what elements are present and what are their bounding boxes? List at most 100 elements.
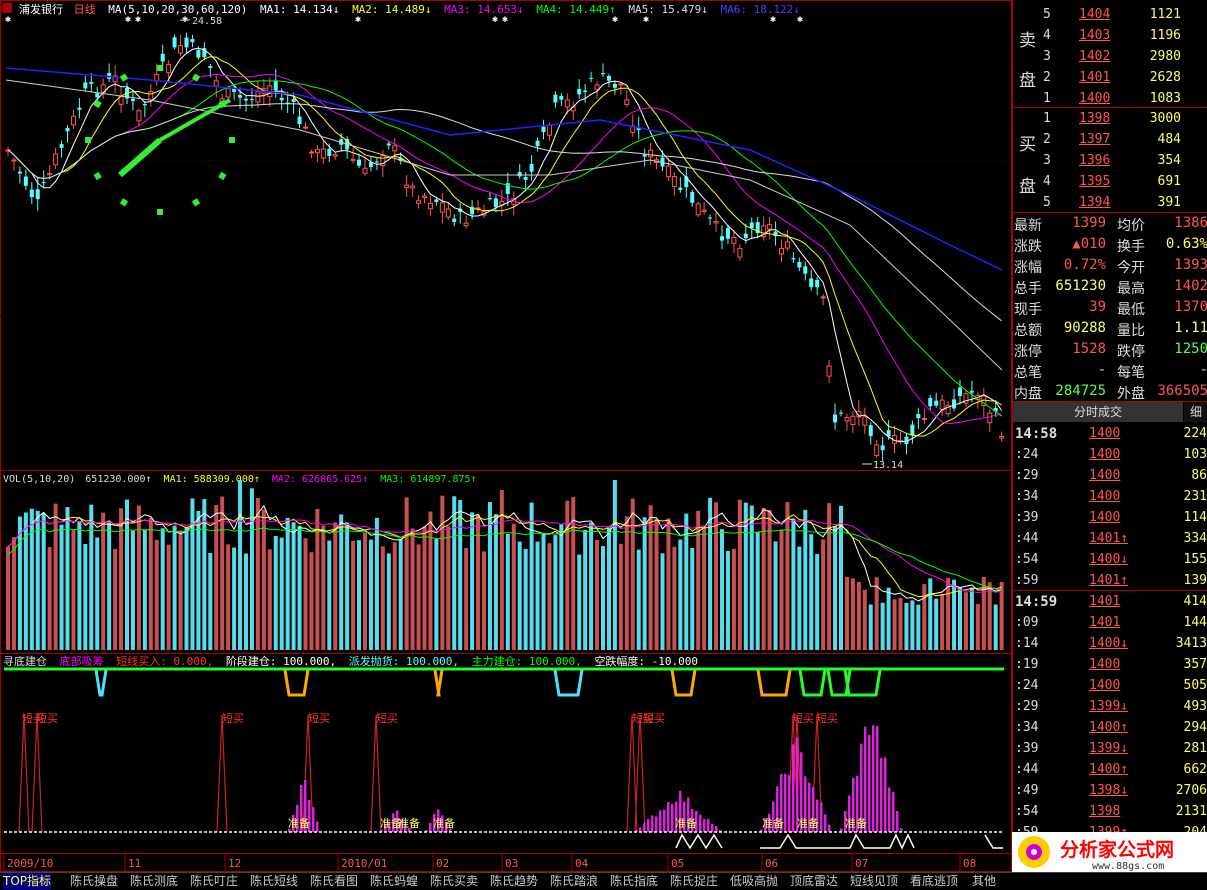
tab-trades[interactable]: 分时成交	[1013, 402, 1183, 422]
trade-time: :09	[1015, 615, 1039, 630]
trade-price: 1400↑	[1089, 762, 1129, 777]
volume-bar	[702, 525, 707, 650]
volume-bar	[11, 537, 16, 650]
tab-indicator-16[interactable]: 其他	[972, 873, 996, 890]
volume-bar	[529, 502, 534, 650]
candle	[559, 92, 564, 106]
trade-row: 14:59 1401 414	[1013, 591, 1207, 612]
tab-indicator-12[interactable]: 低吸高抛	[730, 873, 778, 890]
tab-indicator-2[interactable]: 陈氏测底	[130, 873, 178, 890]
bid-row[interactable]: 1 1398 3000	[1013, 108, 1207, 129]
volume-bar	[868, 604, 873, 650]
candle	[916, 407, 921, 430]
tab-top-indicator[interactable]: TOP指标	[3, 873, 52, 890]
volume-bar	[214, 505, 219, 650]
trade-volume: 505	[1183, 678, 1207, 693]
tab-indicator-10[interactable]: 陈氏指底	[610, 873, 658, 890]
trade-volume: 103	[1183, 447, 1207, 462]
quote-label-2: 跌停	[1117, 344, 1145, 360]
menu-icon[interactable]	[2, 3, 12, 13]
ask-row[interactable]: 4 1403 1196	[1013, 25, 1207, 46]
candle	[17, 166, 22, 184]
ind-b: 短线买入: 0.000,	[116, 654, 213, 668]
tab-indicator-3[interactable]: 陈氏叮庄	[190, 873, 238, 890]
bid-row[interactable]: 4 1395 691	[1013, 171, 1207, 192]
volume-bar	[523, 548, 528, 650]
ask-row[interactable]: 5 1404 1121	[1013, 4, 1207, 25]
volume-bar	[630, 498, 635, 650]
volume-bar	[47, 546, 52, 650]
chart-area[interactable]: 浦发银行 日线 MA(5,10,20,30,60,120) MA1: 14.13…	[0, 0, 1012, 872]
quote-value: 284725	[1055, 383, 1106, 399]
tab-indicator-1[interactable]: 陈氏操盘	[70, 873, 118, 890]
bid-row[interactable]: 5 1394 391	[1013, 192, 1207, 213]
quote-panel: 卖 盘 买 盘 5 1404 1121 4 1403 1196 3 1402 2980 2 1401…	[1012, 0, 1207, 872]
tab-indicator-9[interactable]: 陈氏踏浪	[550, 873, 598, 890]
volume-bar	[511, 523, 516, 650]
logo-url: www.88gs.com	[1092, 861, 1164, 872]
candle	[427, 196, 433, 216]
trade-price: 1400	[1089, 426, 1121, 441]
tab-indicator-15[interactable]: 看底逃顶	[910, 873, 958, 890]
bid-volume: 3000	[1149, 111, 1181, 126]
candle	[368, 156, 373, 172]
trade-volume: 139	[1183, 573, 1207, 588]
tab-detail[interactable]: 细	[1184, 402, 1207, 422]
trade-row: 14:58 1400 224	[1013, 423, 1207, 444]
svg-text:✱: ✱	[797, 14, 803, 25]
candle	[332, 151, 338, 160]
candle	[553, 91, 558, 108]
volume-bar	[404, 497, 409, 650]
candle	[583, 83, 588, 103]
quote-value-2: 1.11	[1174, 320, 1207, 336]
candle	[190, 34, 195, 48]
tab-indicator-6[interactable]: 陈氏蚂蝗	[370, 873, 418, 890]
tab-indicator-7[interactable]: 陈氏买卖	[430, 873, 478, 890]
ask-price: 1401	[1079, 70, 1111, 85]
volume-bar	[303, 538, 308, 650]
tab-indicator-13[interactable]: 顶底雷达	[790, 873, 838, 890]
notch-mark	[433, 669, 444, 697]
indicator-plot: 短买短买 短买 短买 短买 短买短买 短买 短买准备 准备准备 准备 准备 准备 准备 准备	[4, 667, 1004, 850]
trade-volume: 231	[1183, 489, 1207, 504]
ask-row[interactable]: 1 1400 1083	[1013, 88, 1207, 109]
volume-bar	[428, 511, 433, 650]
ask-row[interactable]: 2 1401 2628	[1013, 67, 1207, 88]
tab-indicator-4[interactable]: 陈氏短线	[250, 873, 298, 890]
volume-bar	[791, 518, 796, 650]
trade-price: 1399↓	[1089, 741, 1129, 756]
notch-mark	[283, 669, 310, 697]
quote-row: 涨停 1528 跌停 1250	[1013, 339, 1207, 360]
date-tick: 11	[128, 857, 141, 870]
bid-row[interactable]: 3 1396 354	[1013, 150, 1207, 171]
kline-chart[interactable]: 浦发银行 日线 MA(5,10,20,30,60,120) MA1: 14.13…	[0, 0, 1012, 872]
trade-volume: 2706	[1175, 783, 1207, 798]
bid-row[interactable]: 2 1397 484	[1013, 129, 1207, 150]
ask-level: 2	[1043, 70, 1051, 85]
tab-indicator-8[interactable]: 陈氏趋势	[490, 873, 538, 890]
ask-row[interactable]: 3 1402 2980	[1013, 46, 1207, 67]
quote-value: 0.72%	[1063, 257, 1106, 273]
candle	[898, 431, 903, 445]
tab-indicator-11[interactable]: 陈氏捉庄	[670, 873, 718, 890]
tab-indicator-14[interactable]: 短线见顶	[850, 873, 898, 890]
volume-bar	[59, 524, 64, 650]
volume-bar	[821, 539, 826, 650]
quote-value: 1528	[1072, 341, 1106, 357]
bid-price: 1395	[1079, 174, 1111, 189]
volume-bar	[595, 540, 600, 650]
tab-indicator-5[interactable]: 陈氏看图	[310, 873, 358, 890]
trade-volume: 155	[1183, 552, 1207, 567]
candle	[921, 408, 927, 425]
volume-bar	[916, 604, 921, 650]
candle	[737, 244, 743, 261]
volume-bar	[196, 510, 201, 650]
trade-row: :39 1399↓ 281	[1013, 738, 1207, 759]
candle	[678, 177, 683, 193]
buy-signal-label: 短买	[36, 711, 58, 725]
quote-row: 涨幅 0.72% 今开 1393	[1013, 255, 1207, 276]
trade-time: :54	[1015, 552, 1039, 567]
trade-price: 1400↑	[1089, 720, 1129, 735]
trade-volume: 86	[1191, 468, 1207, 483]
ma4-line	[7, 80, 1002, 417]
